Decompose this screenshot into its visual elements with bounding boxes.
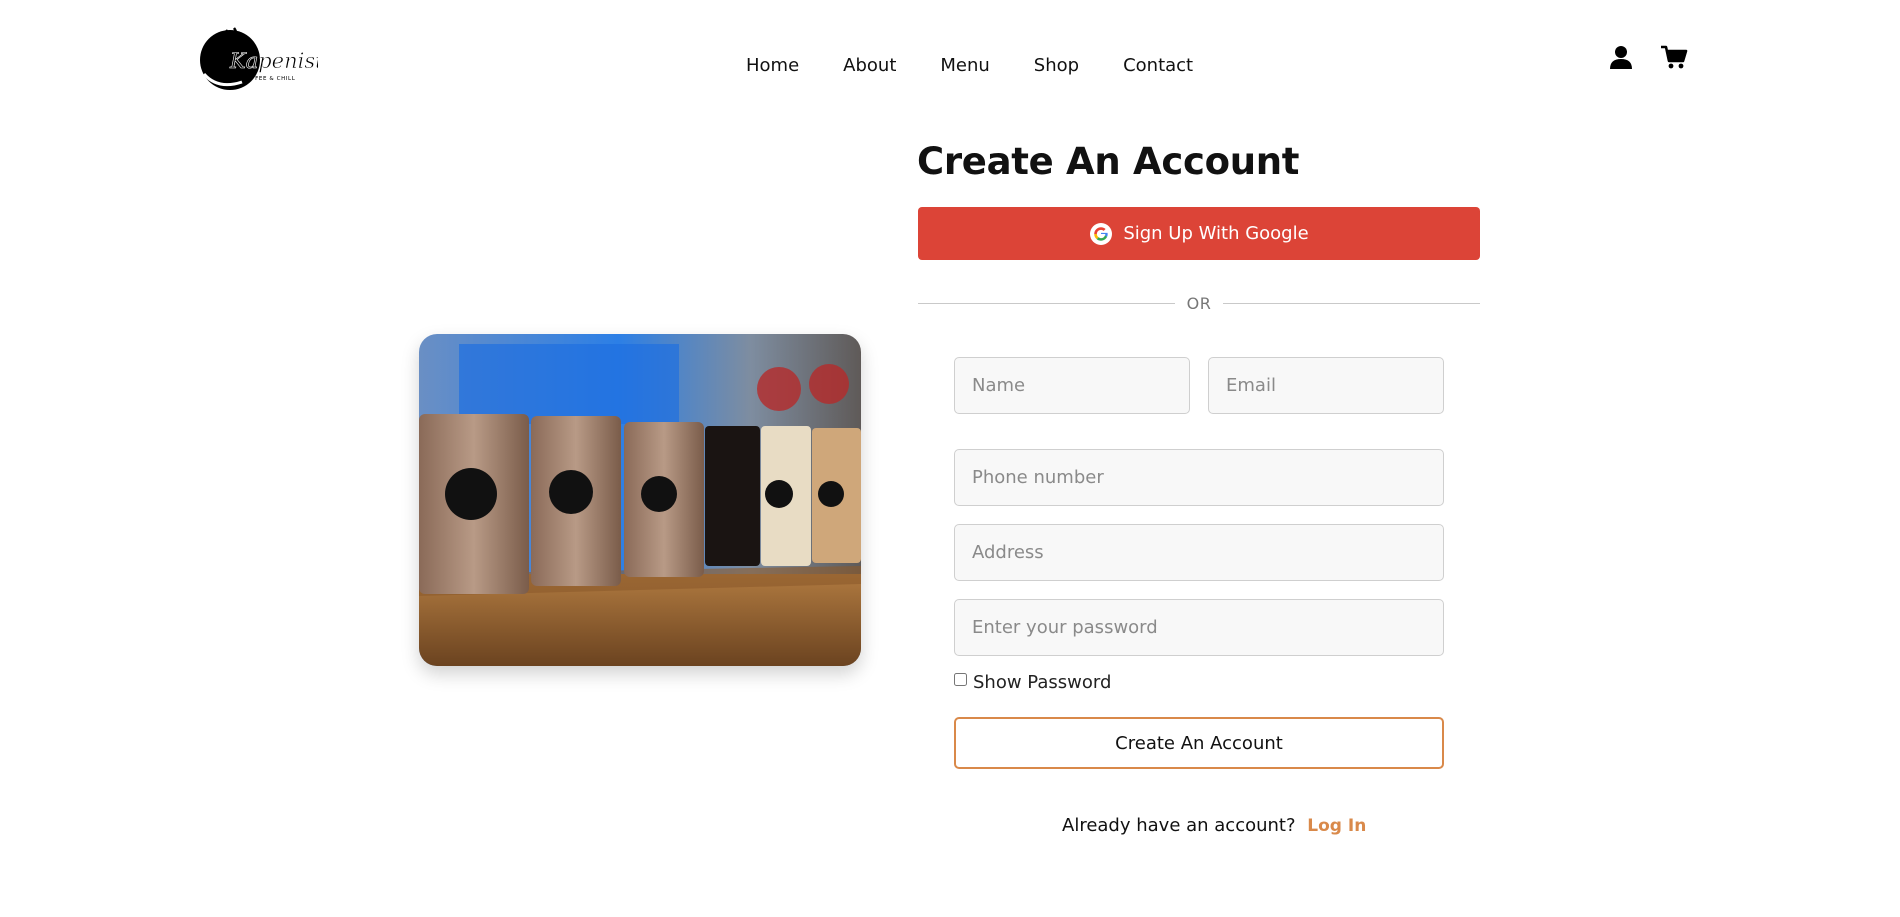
nav-shop[interactable]: Shop bbox=[1034, 54, 1079, 78]
main-nav: Home About Menu Shop Contact bbox=[746, 54, 1193, 78]
divider-line-left bbox=[918, 303, 1175, 304]
show-password-checkbox[interactable] bbox=[954, 673, 967, 686]
google-icon bbox=[1089, 222, 1113, 246]
nav-home[interactable]: Home bbox=[746, 54, 799, 78]
logo-subtext: COFFEE & CHILL bbox=[242, 76, 296, 82]
email-input[interactable] bbox=[1208, 357, 1444, 414]
name-input[interactable] bbox=[954, 357, 1190, 414]
nav-contact[interactable]: Contact bbox=[1123, 54, 1193, 78]
phone-input[interactable] bbox=[954, 449, 1444, 506]
show-password-label: Show Password bbox=[973, 672, 1112, 693]
login-prompt: Already have an account? Log In bbox=[1062, 815, 1366, 836]
cart-icon[interactable] bbox=[1660, 44, 1688, 70]
divider-line-right bbox=[1223, 303, 1480, 304]
divider-label: OR bbox=[1186, 294, 1212, 313]
login-prompt-text: Already have an account? bbox=[1062, 815, 1296, 836]
brand-logo[interactable]: Kapenista COFFEE & CHILL bbox=[198, 24, 336, 92]
login-link[interactable]: Log In bbox=[1307, 816, 1366, 836]
address-input[interactable] bbox=[954, 524, 1444, 581]
google-button-label: Sign Up With Google bbox=[1123, 223, 1309, 244]
user-icon[interactable] bbox=[1608, 44, 1634, 70]
password-input[interactable] bbox=[954, 599, 1444, 656]
product-photo bbox=[419, 334, 861, 666]
or-divider: OR bbox=[918, 294, 1480, 313]
show-password-row: Show Password bbox=[954, 672, 1111, 693]
header-icons bbox=[1608, 44, 1688, 70]
nav-menu[interactable]: Menu bbox=[940, 54, 989, 78]
create-account-button[interactable]: Create An Account bbox=[954, 717, 1444, 769]
page-title: Create An Account bbox=[917, 140, 1300, 183]
logo-text: Kapenista bbox=[229, 49, 318, 73]
google-signup-button[interactable]: Sign Up With Google bbox=[918, 207, 1480, 260]
nav-about[interactable]: About bbox=[843, 54, 896, 78]
